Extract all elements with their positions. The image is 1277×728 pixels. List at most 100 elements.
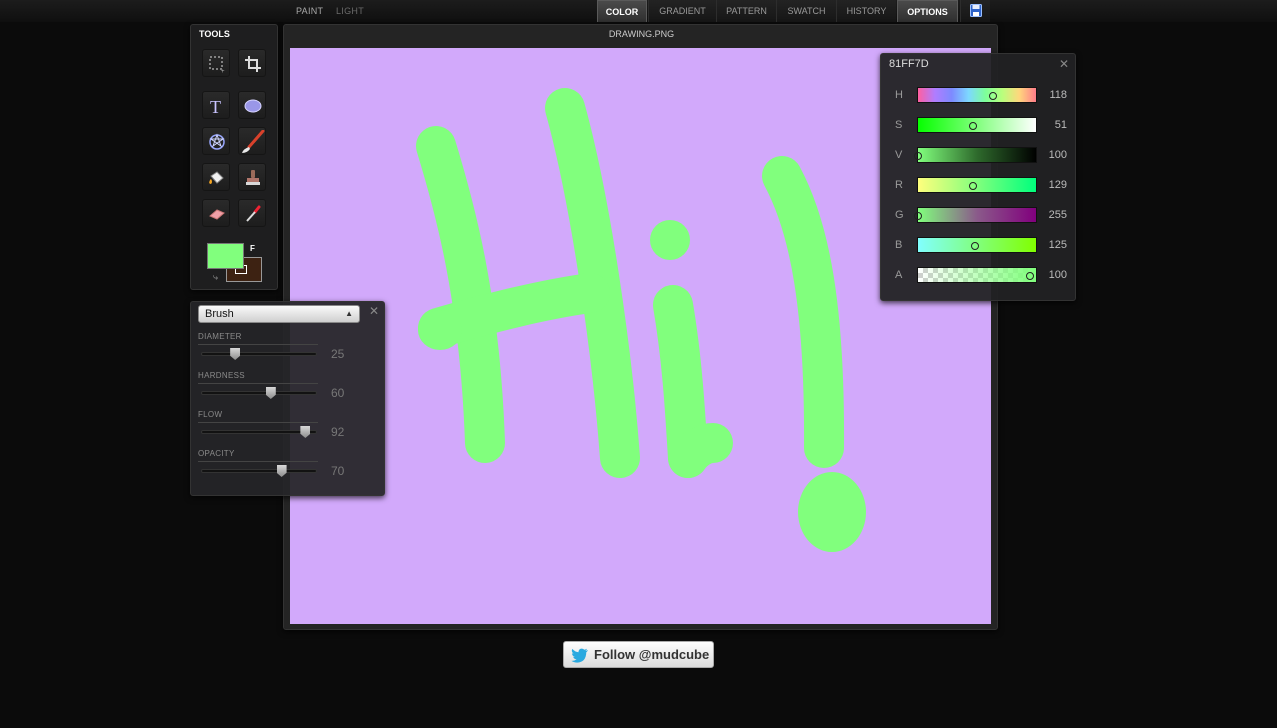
mode-light[interactable]: LIGHT (336, 0, 364, 22)
svg-text:+: + (221, 69, 225, 74)
tab-pattern[interactable]: PATTERN (716, 0, 776, 22)
twitter-bird-icon (571, 648, 588, 663)
bucket-tool[interactable] (202, 163, 230, 191)
slider-label-flow: FLOW (198, 410, 223, 419)
crop-icon (245, 56, 261, 72)
shape-tool[interactable] (202, 127, 230, 155)
slider-label-hardness: HARDNESS (198, 371, 245, 380)
ellipse-tool[interactable] (238, 91, 266, 119)
divider (198, 383, 318, 384)
top-toolbar: PAINT LIGHT COLOR GRADIENT PATTERN SWATC… (0, 0, 1277, 22)
alpha-value[interactable]: 100 (1043, 269, 1067, 281)
hue-slider-knob[interactable] (989, 92, 998, 100)
select-arrows-icon: ▲ (345, 309, 353, 318)
divider (198, 461, 318, 462)
diameter-value: 25 (331, 347, 345, 361)
stroke-h-left (416, 126, 505, 463)
alpha-slider[interactable] (917, 267, 1037, 283)
tools-title: TOOLS (199, 29, 230, 39)
hue-value[interactable]: 118 (1043, 89, 1067, 101)
hardness-value: 60 (331, 386, 345, 400)
channel-label-b: B (895, 239, 903, 251)
green-slider[interactable] (914, 207, 1037, 223)
flow-slider[interactable] (201, 426, 317, 438)
tab-color[interactable]: COLOR (597, 0, 647, 22)
divider (198, 422, 318, 423)
value-value[interactable]: 100 (1043, 149, 1067, 161)
ellipse-icon (244, 99, 262, 113)
divider (198, 344, 318, 345)
save-icon (970, 4, 982, 17)
opacity-value: 70 (331, 464, 345, 478)
blue-value[interactable]: 125 (1043, 239, 1067, 251)
green-value[interactable]: 255 (1043, 209, 1067, 221)
mode-paint[interactable]: PAINT (296, 0, 323, 22)
text-tool[interactable]: T (202, 91, 230, 119)
red-slider-knob[interactable] (968, 182, 977, 190)
marquee-tool[interactable]: + (202, 49, 230, 77)
brush-options-panel: Brush ▲ ✕ DIAMETER 25 HARDNESS 60 FLOW 9… (190, 301, 385, 496)
slider-label-diameter: DIAMETER (198, 332, 242, 341)
brush-icon (242, 130, 265, 153)
stroke-exclamation-dot (798, 472, 866, 552)
saturation-slider[interactable] (917, 117, 1037, 133)
eraser-tool[interactable] (202, 199, 230, 227)
brush-tool-select[interactable]: Brush ▲ (198, 305, 360, 323)
channel-label-a: A (895, 269, 903, 281)
diameter-slider-thumb[interactable] (230, 348, 241, 360)
channel-label-h: H (895, 89, 903, 101)
stroke-blob-left (418, 310, 462, 350)
bucket-icon (209, 171, 224, 184)
value-slider-knob[interactable] (914, 152, 922, 160)
close-icon[interactable]: ✕ (369, 304, 379, 318)
eyedropper-icon (246, 205, 261, 222)
shape-icon (209, 133, 225, 150)
canvas-title: DRAWING.PNG (608, 29, 675, 39)
twitter-follow-button[interactable]: Follow @mudcube (563, 641, 714, 668)
red-value[interactable]: 129 (1043, 179, 1067, 191)
blue-slider-knob[interactable] (971, 242, 980, 250)
saturation-value[interactable]: 51 (1043, 119, 1067, 131)
diameter-slider[interactable] (201, 348, 317, 360)
value-slider[interactable] (914, 147, 1037, 163)
stroke-i-dot (650, 220, 690, 260)
brush-select-value: Brush (205, 308, 234, 320)
marquee-icon: + (209, 56, 225, 74)
flow-slider-thumb[interactable] (300, 426, 311, 438)
foreground-color-swatch[interactable] (207, 243, 244, 269)
hardness-slider[interactable] (201, 387, 317, 399)
blue-slider[interactable] (917, 237, 1037, 253)
eraser-icon (209, 209, 225, 220)
saturation-slider-knob[interactable] (968, 122, 977, 130)
close-icon[interactable]: ✕ (1059, 57, 1069, 71)
hex-color-value[interactable]: 81FF7D (889, 58, 929, 70)
stroke-i-tail (668, 423, 733, 478)
swap-colors-icon[interactable]: ⤷ (213, 272, 218, 283)
flow-value: 92 (331, 425, 345, 439)
crop-tool[interactable] (238, 49, 266, 77)
tab-gradient[interactable]: GRADIENT (648, 0, 716, 22)
tools-panel: TOOLS + T F ⤷ (190, 24, 278, 290)
hue-slider[interactable] (917, 87, 1037, 103)
eyedropper-tool[interactable] (238, 199, 266, 227)
tab-history[interactable]: HISTORY (836, 0, 896, 22)
tab-options[interactable]: OPTIONS (897, 0, 958, 22)
channel-label-s: S (895, 119, 903, 131)
opacity-slider-thumb[interactable] (276, 465, 287, 477)
slider-label-opacity: OPACITY (198, 449, 235, 458)
svg-text:T: T (210, 97, 221, 116)
red-slider[interactable] (917, 177, 1037, 193)
brush-tool[interactable] (238, 127, 266, 155)
opacity-slider[interactable] (201, 465, 317, 477)
stroke-exclamation (762, 156, 845, 468)
green-slider-knob[interactable] (914, 212, 922, 220)
alpha-slider-knob[interactable] (1026, 272, 1034, 280)
channel-label-v: V (895, 149, 903, 161)
channel-label-r: R (895, 179, 903, 191)
text-icon: T (210, 97, 221, 116)
tab-swatch[interactable]: SWATCH (776, 0, 836, 22)
stamp-tool[interactable] (238, 163, 266, 191)
color-picker-panel: 81FF7D ✕ H 118 S 51 V 100 R 129 G 255 B … (880, 53, 1076, 301)
hardness-slider-thumb[interactable] (265, 387, 276, 399)
save-button[interactable] (960, 0, 990, 22)
